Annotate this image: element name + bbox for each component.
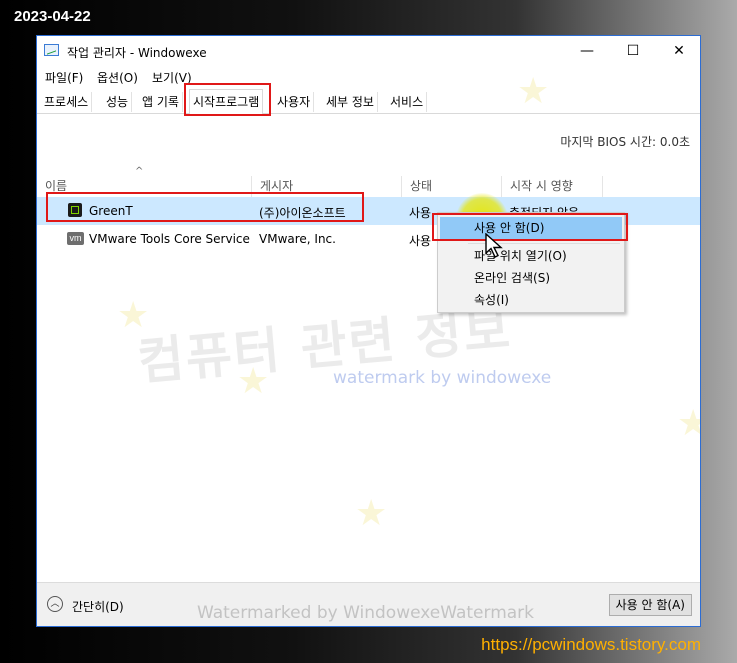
disable-button[interactable]: 사용 안 함(A): [608, 594, 692, 616]
row-publisher: VMware, Inc.: [259, 232, 336, 246]
column-startup-impact[interactable]: 시작 시 영향: [502, 176, 603, 197]
disable-item-highlight: [432, 213, 628, 241]
title-bar[interactable]: 작업 관리자 - Windowexe — ☐ ✕: [37, 36, 700, 66]
tab-app-history[interactable]: 앱 기록: [139, 92, 183, 112]
menu-bar: 파일(F) 옵션(O) 보기(V): [37, 66, 700, 88]
star-decoration: ★: [237, 361, 270, 402]
watermark-text: watermark by windowexe: [333, 368, 552, 388]
star-decoration: ★: [677, 406, 700, 442]
site-url: https://pcwindows.tistory.com: [481, 635, 701, 654]
star-decoration: ★: [517, 71, 550, 112]
row-name: VMware Tools Core Service: [89, 232, 250, 246]
chevron-up-icon[interactable]: ︿: [47, 596, 63, 612]
tab-services[interactable]: 서비스: [387, 92, 428, 112]
task-manager-window: 작업 관리자 - Windowexe — ☐ ✕ 파일(F) 옵션(O) 보기(…: [36, 35, 701, 627]
row-status: 사용: [409, 206, 432, 220]
maximize-button[interactable]: ☐: [610, 36, 656, 66]
minimize-button[interactable]: —: [564, 36, 610, 66]
star-decoration: ★: [117, 295, 150, 336]
menu-file[interactable]: 파일(F): [45, 69, 83, 86]
date-stamp: 2023-04-22: [14, 8, 91, 25]
task-manager-icon: [44, 44, 59, 56]
greent-row-highlight: [46, 192, 364, 222]
vmware-icon: vm: [67, 232, 84, 245]
menu-options[interactable]: 옵션(O): [97, 69, 138, 86]
startup-tab-highlight: [184, 83, 271, 116]
tab-processes[interactable]: 프로세스: [41, 92, 93, 112]
tab-performance[interactable]: 성능: [103, 92, 133, 112]
watermark-bottom: Watermarked by WindowexeWatermark: [197, 603, 535, 623]
row-status: 사용: [409, 234, 432, 248]
tab-users[interactable]: 사용자: [274, 92, 315, 112]
ctx-properties[interactable]: 속성(I): [440, 289, 622, 311]
close-button[interactable]: ✕: [656, 36, 700, 66]
ctx-open-file-location[interactable]: 파일 위치 열기(O): [440, 245, 622, 267]
tab-details[interactable]: 세부 정보: [323, 92, 378, 112]
star-decoration: ★: [355, 493, 388, 534]
tab-bar: 프로세스 성능 앱 기록 시작프로그램 사용자 세부 정보 서비스: [37, 89, 700, 115]
mouse-pointer-icon: [485, 233, 503, 258]
fewer-details-link[interactable]: 간단히(D): [72, 598, 124, 615]
window-title: 작업 관리자 - Windowexe: [67, 46, 207, 60]
bios-time: 마지막 BIOS 시간: 0.0초: [560, 135, 690, 149]
ctx-search-online[interactable]: 온라인 검색(S): [440, 267, 622, 289]
